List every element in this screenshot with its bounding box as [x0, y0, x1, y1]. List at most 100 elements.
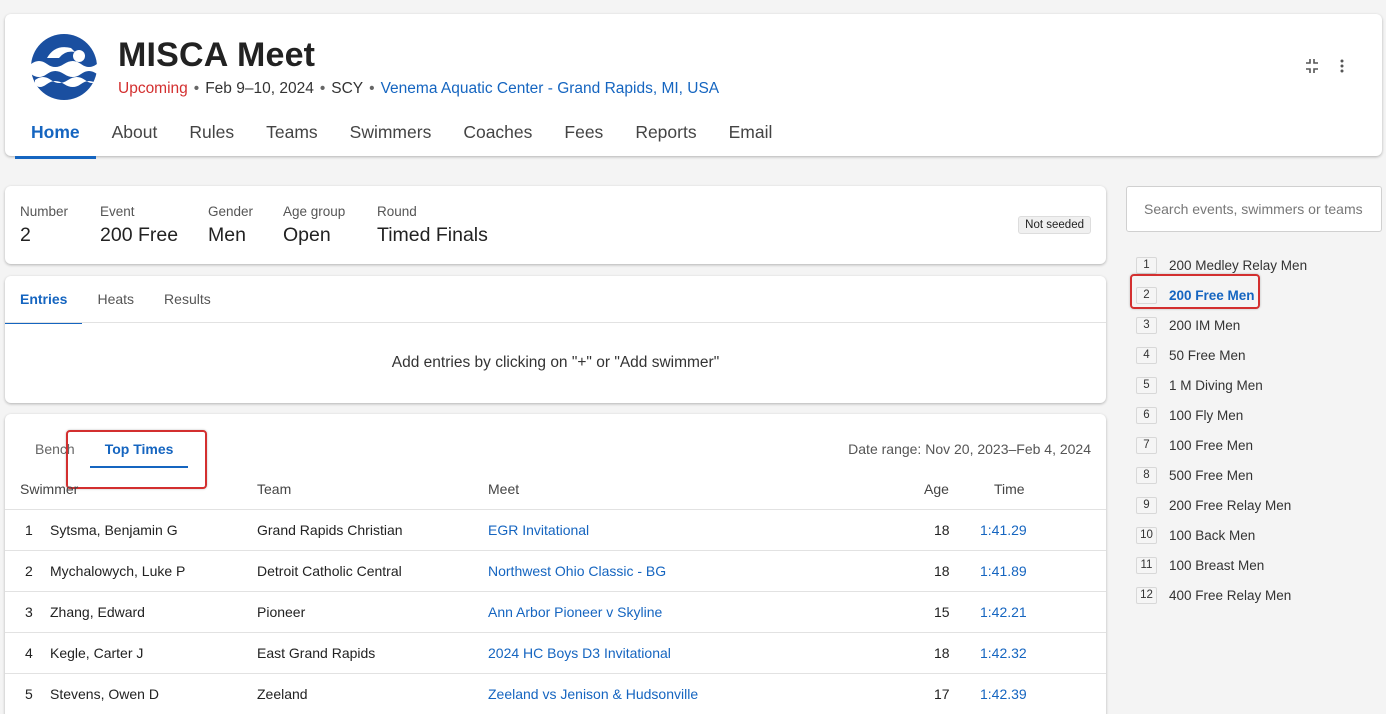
tab-entries[interactable]: Entries [5, 276, 83, 324]
event-list-item[interactable]: 6 100 Fly Men [1136, 400, 1376, 430]
table-row[interactable]: 3 Zhang, Edward Pioneer Ann Arbor Pionee… [5, 592, 1106, 633]
nav-fees[interactable]: Fees [548, 117, 619, 156]
event-list-name: 100 Free Men [1169, 437, 1254, 453]
tab-results[interactable]: Results [149, 276, 226, 323]
table-row[interactable]: 5 Stevens, Owen D Zeeland Zeeland vs Jen… [5, 674, 1106, 714]
collapse-icon[interactable] [1302, 58, 1322, 78]
age: 18 [934, 563, 950, 579]
event-list-item[interactable]: 5 1 M Diving Men [1136, 370, 1376, 400]
age-group-value: Open [283, 224, 331, 246]
meet-title: MISCA Meet [118, 36, 316, 74]
meet-link[interactable]: EGR Invitational [488, 522, 589, 538]
event-list-item[interactable]: 3 200 IM Men [1136, 310, 1376, 340]
nav-teams[interactable]: Teams [250, 117, 334, 156]
event-age-group: Age group Open [283, 204, 345, 247]
time-link[interactable]: 1:41.89 [980, 563, 1027, 579]
event-number-badge: 11 [1136, 556, 1157, 574]
event-list-name: 100 Fly Men [1169, 407, 1244, 423]
time-link[interactable]: 1:41.29 [980, 522, 1027, 538]
event-list: 1 200 Medley Relay Men 2 200 Free Men 3 … [1130, 250, 1376, 610]
gender-label: Gender [208, 204, 254, 219]
separator-dot: • [319, 80, 326, 97]
event-list-item[interactable]: 7 100 Free Men [1136, 430, 1376, 460]
event-list-name: 100 Back Men [1169, 527, 1256, 543]
event-list-name: 400 Free Relay Men [1169, 587, 1292, 603]
event-list-item[interactable]: 8 500 Free Men [1136, 460, 1376, 490]
event-gender: Gender Men [208, 204, 253, 247]
nav-home[interactable]: Home [15, 117, 96, 159]
col-time[interactable]: Time [994, 481, 1025, 497]
col-age[interactable]: Age [924, 481, 949, 497]
event-list-name: 100 Breast Men [1169, 557, 1265, 573]
meet-link[interactable]: Zeeland vs Jenison & Hudsonville [488, 686, 698, 702]
top-times-card: Bench Top Times Date range: Nov 20, 2023… [5, 414, 1106, 714]
col-meet[interactable]: Meet [488, 481, 519, 497]
event-number-badge: 7 [1136, 436, 1157, 454]
event-list-name: 200 Free Relay Men [1169, 497, 1292, 513]
nav-swimmers[interactable]: Swimmers [334, 117, 448, 156]
entries-tabs: Entries Heats Results [5, 276, 226, 324]
venue-link[interactable]: Venema Aquatic Center - Grand Rapids, MI… [381, 80, 720, 97]
table-row[interactable]: 2 Mychalowych, Luke P Detroit Catholic C… [5, 551, 1106, 592]
time-link[interactable]: 1:42.39 [980, 686, 1027, 702]
divider [5, 322, 1106, 323]
entries-empty-message: Add entries by clicking on "+" or "Add s… [391, 354, 720, 371]
team-name: East Grand Rapids [257, 645, 376, 661]
meet-dates: Feb 9–10, 2024 [205, 80, 314, 97]
event-number-badge: 1 [1136, 256, 1157, 274]
meet-link[interactable]: 2024 HC Boys D3 Invitational [488, 645, 671, 661]
tab-heats[interactable]: Heats [82, 276, 149, 323]
time-link[interactable]: 1:42.32 [980, 645, 1027, 661]
more-vert-icon[interactable] [1332, 58, 1352, 78]
event-number-badge: 8 [1136, 466, 1157, 484]
event-list-name: 1 M Diving Men [1169, 377, 1263, 393]
event-list-item[interactable]: 11 100 Breast Men [1136, 550, 1376, 580]
nav-rules[interactable]: Rules [173, 117, 250, 156]
search-input[interactable] [1126, 186, 1382, 232]
event-number-badge: 12 [1136, 586, 1157, 604]
swimmer-name: Kegle, Carter J [50, 645, 144, 661]
separator-dot: • [369, 80, 375, 97]
age: 15 [934, 604, 950, 620]
event-list-item[interactable]: 10 100 Back Men [1136, 520, 1376, 550]
nav-about[interactable]: About [96, 117, 174, 156]
meet-subtitle: Upcoming • Feb 9–10, 2024 • SCY • Venema Aquat… [118, 80, 719, 98]
team-name: Pioneer [257, 604, 306, 620]
nav-reports[interactable]: Reports [619, 117, 712, 156]
highlight-box [1130, 274, 1260, 309]
round-label: Round [377, 204, 417, 219]
main-nav: Home About Rules Teams Swimmers Coaches … [15, 117, 789, 159]
event-round: Round Timed Finals [377, 204, 488, 247]
age: 18 [934, 522, 950, 538]
swimmer-name: Stevens, Owen D [50, 686, 159, 702]
entries-card: Entries Heats Results Add entries by cli… [5, 276, 1106, 403]
col-swimmer[interactable]: Swimmer [20, 481, 78, 497]
meet-link[interactable]: Ann Arbor Pioneer v Skyline [488, 604, 662, 620]
time-link[interactable]: 1:42.21 [980, 604, 1027, 620]
event-list-name: 500 Free Men [1169, 467, 1254, 483]
separator-dot: • [193, 80, 200, 97]
event-list-item[interactable]: 9 200 Free Relay Men [1136, 490, 1376, 520]
age: 17 [934, 686, 950, 702]
nav-coaches[interactable]: Coaches [447, 117, 548, 156]
table-row[interactable]: 4 Kegle, Carter J East Grand Rapids 2024… [5, 633, 1106, 674]
nav-email[interactable]: Email [713, 117, 789, 156]
rank: 1 [25, 522, 33, 538]
event-list-item[interactable]: 12 400 Free Relay Men [1136, 580, 1376, 610]
event-list-item[interactable]: 4 50 Free Men [1136, 340, 1376, 370]
seed-status-badge: Not seeded [1018, 216, 1091, 234]
event-value: 200 Free [100, 224, 179, 246]
event-number-badge: 3 [1136, 316, 1157, 334]
event-name: Event 200 Free [100, 204, 178, 247]
rank: 5 [25, 686, 33, 702]
team-name: Zeeland [257, 686, 308, 702]
number-label: Number [20, 204, 69, 219]
table-row[interactable]: 1 Sytsma, Benjamin G Grand Rapids Christ… [5, 510, 1106, 551]
meet-link[interactable]: Northwest Ohio Classic - BG [488, 563, 666, 579]
event-info-card: Number 2 Event 200 Free Gender Men Age g… [5, 186, 1106, 264]
team-name: Detroit Catholic Central [257, 563, 402, 579]
event-number: Number 2 [20, 204, 68, 247]
col-team[interactable]: Team [257, 481, 291, 497]
event-number-badge: 10 [1136, 526, 1157, 544]
number-value: 2 [20, 224, 31, 246]
